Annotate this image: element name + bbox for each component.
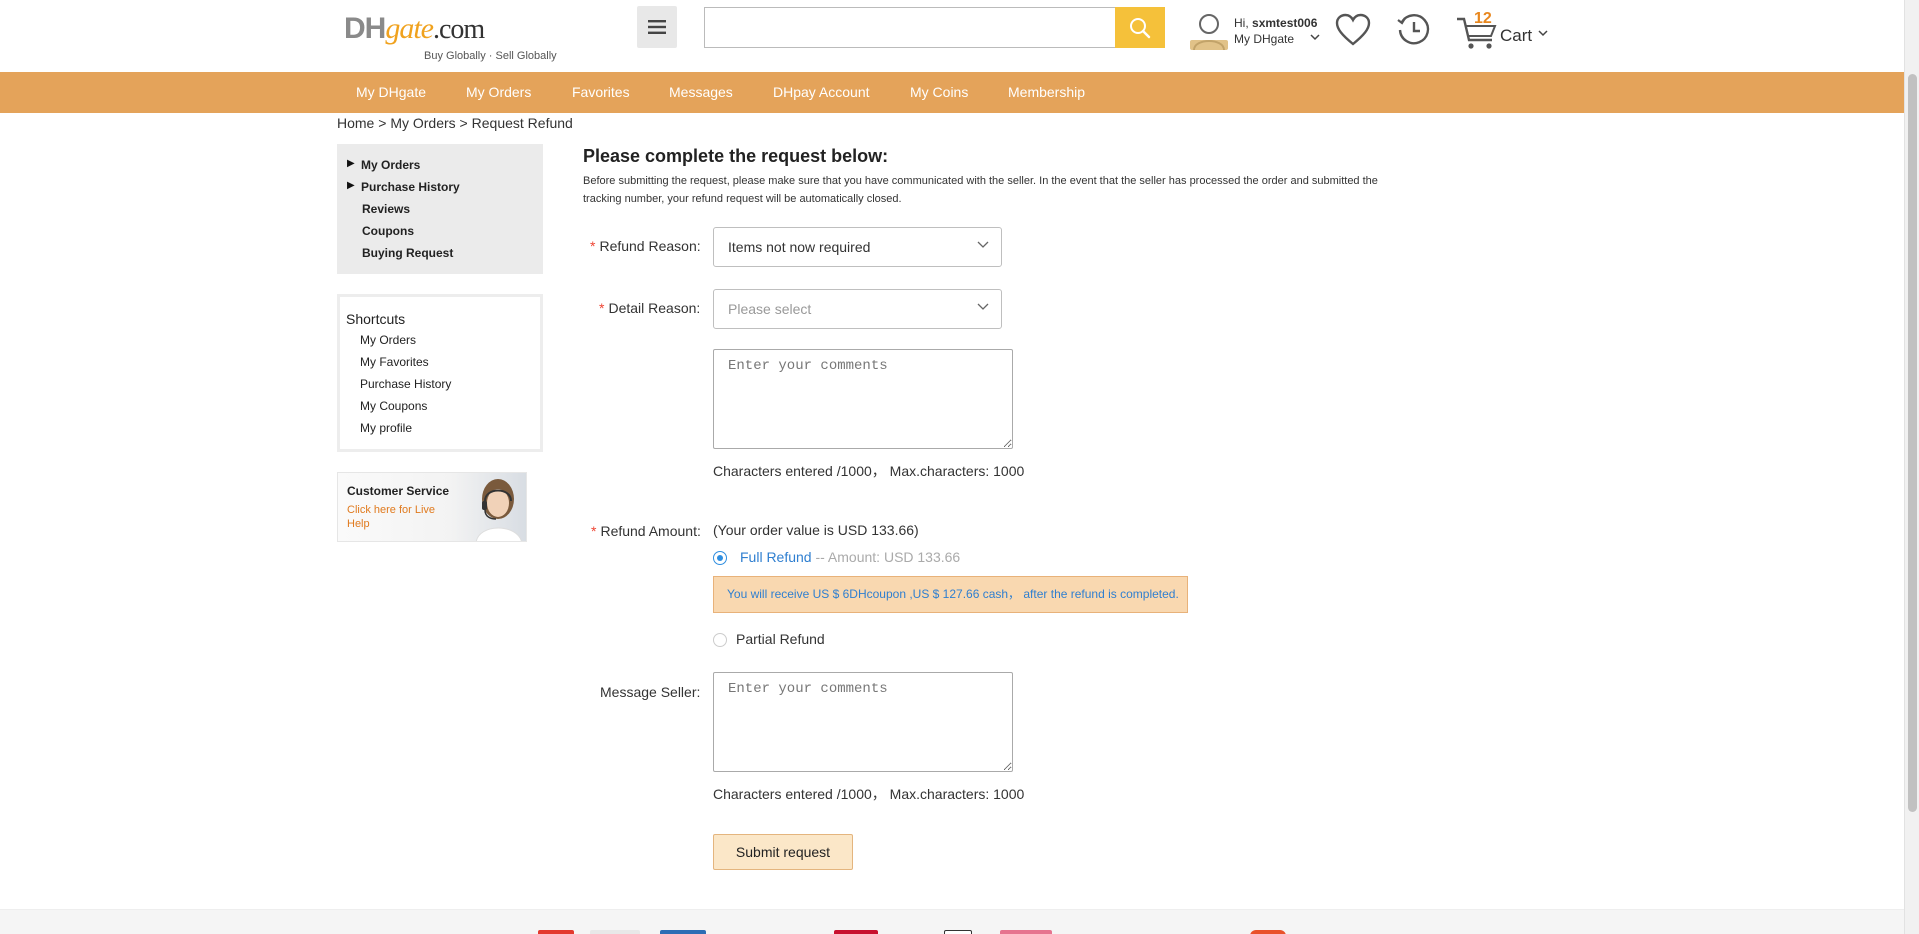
live-help-link: Click here for Live Help <box>347 504 436 530</box>
nav-dhpay-account[interactable]: DHpay Account <box>773 72 870 113</box>
my-dhgate-link[interactable]: My DHgate <box>1234 32 1294 46</box>
clock-history-icon[interactable] <box>1396 12 1432 48</box>
user-greeting: Hi, sxmtest006 <box>1234 16 1318 30</box>
breadcrumb-separator: > <box>455 115 472 131</box>
payment-logo <box>1000 930 1052 934</box>
chevron-down-icon <box>1538 30 1548 37</box>
shortcuts-title: Shortcuts <box>346 311 406 327</box>
hamburger-icon <box>648 20 666 34</box>
message-seller-textarea[interactable] <box>713 672 1013 772</box>
partial-refund-radio[interactable] <box>713 633 727 647</box>
refund-reason-label: * Refund Reason: <box>590 238 701 254</box>
main-navbar: My DHgate My Orders Favorites Messages D… <box>0 72 1904 113</box>
order-value-text: (Your order value is USD 133.66) <box>713 522 919 538</box>
refund-comments-textarea[interactable] <box>713 349 1013 449</box>
triangle-right-icon: ▶ <box>347 180 355 191</box>
shortcut-my-favorites[interactable]: My Favorites <box>360 355 429 369</box>
nav-membership[interactable]: Membership <box>1008 72 1085 113</box>
user-account-menu[interactable]: Hi, sxmtest006 My DHgate <box>1188 12 1328 52</box>
side-menu-coupons[interactable]: Coupons <box>362 224 414 238</box>
heart-icon[interactable] <box>1334 12 1372 48</box>
user-avatar-icon <box>1190 14 1228 51</box>
refund-amount-label: * Refund Amount: <box>591 523 701 539</box>
required-asterisk: * <box>591 523 597 539</box>
nav-my-orders[interactable]: My Orders <box>466 72 531 113</box>
amex-logo <box>660 930 706 934</box>
paypal-logo <box>944 930 972 934</box>
visa-logo <box>590 930 640 934</box>
cart-button[interactable]: 12 Cart <box>1456 10 1576 50</box>
refund-reason-select[interactable]: Items not now required <box>713 227 1002 267</box>
side-menu-purchase-history[interactable]: Purchase History <box>361 180 460 194</box>
shortcut-my-orders[interactable]: My Orders <box>360 333 416 347</box>
required-asterisk: * <box>599 300 605 316</box>
nav-messages[interactable]: Messages <box>669 72 733 113</box>
customer-service-banner[interactable]: Customer Service Click here for Live Hel… <box>337 472 527 542</box>
shortcut-my-profile[interactable]: My profile <box>360 421 412 435</box>
partial-refund-label[interactable]: Partial Refund <box>736 631 825 647</box>
submit-request-button[interactable]: Submit request <box>713 834 853 870</box>
message-char-count: Characters entered /1000， Max.characters… <box>713 786 1025 802</box>
mastercard-logo <box>538 930 574 934</box>
cart-label: Cart <box>1500 26 1533 45</box>
full-refund-radio[interactable] <box>713 551 727 565</box>
required-asterisk: * <box>590 238 596 254</box>
support-agent-image <box>476 479 522 541</box>
side-menu-my-orders[interactable]: My Orders <box>361 158 420 172</box>
message-seller-label: Message Seller: <box>600 684 701 700</box>
cart-count-badge: 12 <box>1474 10 1492 27</box>
full-refund-option: Full Refund -- Amount: USD 133.66 <box>740 549 960 565</box>
shortcuts-panel: Shortcuts My Orders My Favorites Purchas… <box>337 294 543 452</box>
chevron-down-icon <box>977 241 989 248</box>
detail-reason-placeholder: Please select <box>728 301 812 317</box>
chevron-down-icon <box>1310 34 1320 41</box>
magnifier-icon <box>1130 17 1151 38</box>
refund-reason-value: Items not now required <box>728 239 871 255</box>
breadcrumb-home[interactable]: Home <box>337 115 374 131</box>
nav-my-dhgate[interactable]: My DHgate <box>356 72 426 113</box>
footer-payment-strip <box>0 909 1904 934</box>
dhgate-logo[interactable]: DHgate.com Buy Globally · Sell Globally <box>344 12 574 64</box>
shortcut-my-coupons[interactable]: My Coupons <box>360 399 427 413</box>
triangle-right-icon: ▶ <box>347 158 355 169</box>
jcb-logo <box>834 930 878 934</box>
account-side-menu: ▶ My Orders ▶ Purchase History Reviews C… <box>337 144 543 274</box>
chevron-down-icon <box>977 303 989 310</box>
detail-reason-select[interactable]: Please select <box>713 289 1002 329</box>
refund-breakdown-note: You will receive US $ 6DHcoupon ,US $ 12… <box>713 576 1188 613</box>
site-header: DHgate.com Buy Globally · Sell Globally … <box>0 0 1904 72</box>
breadcrumb-my-orders[interactable]: My Orders <box>390 115 455 131</box>
side-menu-reviews[interactable]: Reviews <box>362 202 410 216</box>
logo-wordmark: DHgate.com <box>344 12 485 45</box>
customer-service-title: Customer Service <box>347 484 450 498</box>
detail-reason-label: * Detail Reason: <box>599 300 701 316</box>
page-scrollbar[interactable] <box>1904 0 1919 934</box>
scrollbar-thumb[interactable] <box>1908 74 1917 812</box>
form-description: Before submitting the request, please ma… <box>583 175 1378 205</box>
logo-tagline: Buy Globally · Sell Globally <box>424 50 557 62</box>
nav-my-coins[interactable]: My Coins <box>910 72 968 113</box>
breadcrumb: Home > My Orders > Request Refund <box>337 115 573 131</box>
search-box <box>704 7 1116 48</box>
payment-logo <box>1250 930 1286 934</box>
breadcrumb-separator: > <box>374 115 391 131</box>
search-input[interactable] <box>705 8 1116 47</box>
full-refund-amount: -- Amount: USD 133.66 <box>811 549 961 565</box>
form-title: Please complete the request below: <box>583 146 889 166</box>
full-refund-label[interactable]: Full Refund <box>740 549 812 565</box>
username: sxmtest006 <box>1252 16 1318 30</box>
breadcrumb-current: Request Refund <box>471 115 573 131</box>
search-button[interactable] <box>1115 7 1165 48</box>
shortcut-purchase-history[interactable]: Purchase History <box>360 377 451 391</box>
comments-char-count: Characters entered /1000， Max.characters… <box>713 463 1025 479</box>
hamburger-menu-button[interactable] <box>637 6 677 48</box>
nav-favorites[interactable]: Favorites <box>572 72 630 113</box>
side-menu-buying-request[interactable]: Buying Request <box>362 246 453 260</box>
